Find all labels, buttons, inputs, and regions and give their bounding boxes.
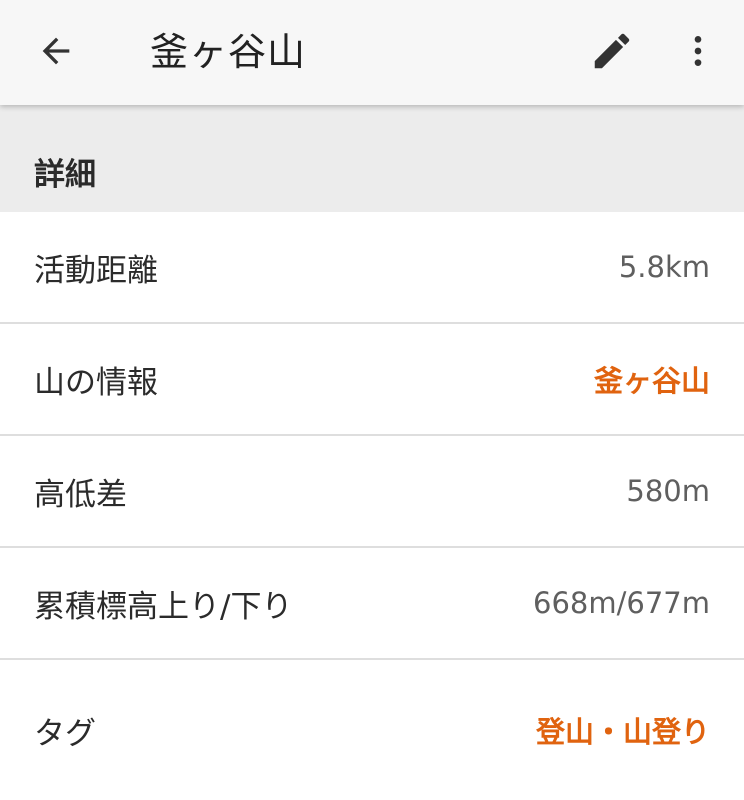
- tags-label: タグ: [34, 715, 96, 752]
- elevation-difference-value: 580m: [626, 474, 710, 508]
- page-title: 釜ヶ谷山: [150, 30, 307, 74]
- mountain-info-label: 山の情報: [34, 364, 158, 401]
- pencil-icon: [589, 28, 635, 78]
- cumulative-elevation-value: 668m/677m: [533, 586, 710, 620]
- detail-row-tags[interactable]: タグ 登山・山登り: [0, 660, 744, 800]
- edit-button[interactable]: [580, 0, 644, 105]
- elevation-difference-label: 高低差: [34, 476, 127, 513]
- detail-row-cumulative-elevation: 累積標高上り/下り 668m/677m: [0, 548, 744, 660]
- detail-row-distance: 活動距離 5.8km: [0, 212, 744, 324]
- cumulative-elevation-label: 累積標高上り/下り: [34, 588, 293, 625]
- tags-link[interactable]: 登山・山登り: [536, 709, 710, 751]
- detail-row-mountain-info[interactable]: 山の情報 釜ヶ谷山: [0, 324, 744, 436]
- distance-label: 活動距離: [34, 252, 158, 289]
- detail-row-elevation-difference: 高低差 580m: [0, 436, 744, 548]
- back-button[interactable]: [24, 0, 88, 105]
- mountain-info-link[interactable]: 釜ヶ谷山: [594, 358, 710, 400]
- distance-value: 5.8km: [618, 250, 710, 284]
- app-bar: 釜ヶ谷山: [0, 0, 744, 105]
- section-title: 詳細: [34, 157, 96, 193]
- details-list: 活動距離 5.8km 山の情報 釜ヶ谷山 高低差 580m 累積標高上り/下り …: [0, 212, 744, 800]
- details-section-header: 詳細: [0, 105, 744, 212]
- more-vert-icon: [678, 31, 718, 75]
- arrow-back-icon: [36, 31, 76, 75]
- more-options-button[interactable]: [668, 0, 728, 105]
- activity-detail-screen: 釜ヶ谷山 詳細 活動距離 5.8km 山の情報 釜ヶ谷山 高低差 580m 累積…: [0, 0, 744, 800]
